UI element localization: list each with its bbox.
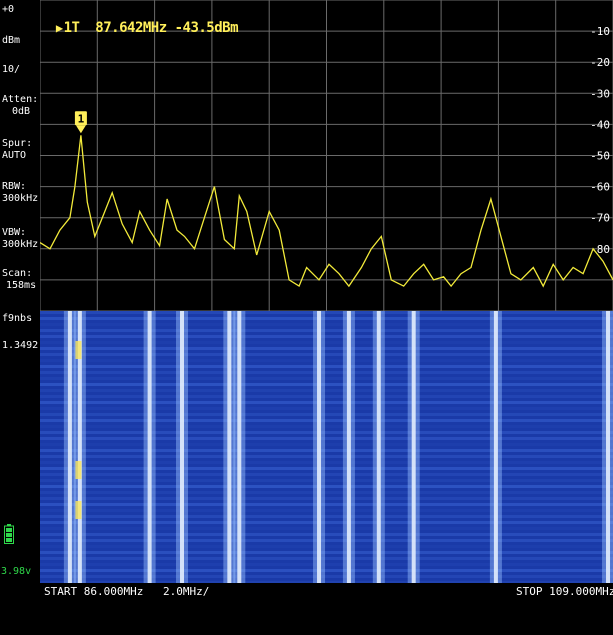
spur-value[interactable]: AUTO (2, 150, 26, 161)
waterfall-row (40, 371, 613, 374)
waterfall-row (40, 449, 613, 452)
waterfall-row (40, 335, 613, 338)
y-tick-label: -30 (590, 87, 610, 100)
y-tick-label: -60 (590, 181, 610, 194)
y-tick-label: -10 (590, 25, 610, 38)
marker-1[interactable]: 1 (74, 111, 87, 134)
waterfall-signal (606, 311, 611, 583)
stop-frequency[interactable]: STOP 109.000MHz (516, 585, 613, 598)
marker-readout: ▶1T 87.642MHz -43.5dBm (40, 4, 239, 36)
battery-icon (4, 524, 14, 544)
waterfall-signal (346, 311, 351, 583)
waterfall-background (40, 311, 613, 583)
mode-value: 1.3492 (2, 340, 39, 351)
waterfall-row (40, 467, 613, 470)
waterfall-row (40, 569, 613, 572)
marker-readout-text: 1T 87.642MHz -43.5dBm (63, 20, 239, 36)
waterfall-signal (147, 311, 152, 583)
waterfall-row (40, 311, 613, 314)
waterfall-row (40, 509, 613, 512)
marker-flag-label: 1 (78, 112, 85, 125)
waterfall-signal (493, 311, 498, 583)
waterfall-signal (180, 311, 185, 583)
rbw-label: RBW: (2, 181, 27, 192)
waterfall-row (40, 563, 613, 566)
waterfall-row (40, 485, 613, 488)
waterfall-row (40, 443, 613, 446)
waterfall-row (40, 455, 613, 458)
waterfall-row (40, 401, 613, 404)
y-tick-labels: -10-20-30-40-50-60-70-80 (590, 25, 610, 256)
waterfall-row (40, 551, 613, 554)
y-tick-label: -50 (590, 150, 610, 163)
waterfall-row (40, 365, 613, 368)
marker-readout-arrow: ▶ (55, 21, 63, 35)
waterfall-row (40, 437, 613, 440)
status-bar: START 86.000MHz 2.0MHz/ STOP 109.000MHz (0, 583, 613, 600)
waterfall-row (40, 521, 613, 524)
waterfall-row (40, 533, 613, 536)
waterfall-signal (376, 311, 381, 583)
start-frequency[interactable]: START 86.000MHz (44, 585, 143, 598)
waterfall-row (40, 461, 613, 464)
waterfall-signal (227, 311, 232, 583)
waterfall-row (40, 515, 613, 518)
waterfall-signal (237, 311, 242, 583)
waterfall-row (40, 323, 613, 326)
waterfall-row (40, 383, 613, 386)
frequency-per-div: 2.0MHz/ (163, 585, 210, 598)
waterfall-row (40, 395, 613, 398)
vbw-label: VBW: (2, 227, 27, 238)
waterfall-row (40, 407, 613, 410)
waterfall-row (40, 545, 613, 548)
y-tick-label: -20 (590, 56, 610, 69)
battery-voltage: 3.98v (1, 566, 32, 577)
waterfall-signal (67, 311, 72, 583)
y-tick-label: -70 (590, 212, 610, 225)
waterfall-row (40, 377, 613, 380)
waterfall-row (40, 539, 613, 542)
waterfall-row (40, 353, 613, 356)
scan-value[interactable]: 158ms (6, 280, 36, 291)
waterfall-signal (411, 311, 416, 583)
waterfall-hotspot (75, 461, 82, 479)
spur-label: Spur: (2, 138, 33, 149)
mode-label: f9nbs (2, 313, 33, 324)
atten-label: Atten: (2, 94, 39, 105)
waterfall-row (40, 503, 613, 506)
scale-per-div[interactable]: 10/ (2, 64, 20, 75)
ref-unit: dBm (2, 35, 21, 46)
waterfall-row (40, 317, 613, 320)
waterfall-display (40, 311, 613, 583)
waterfall-hotspot (75, 341, 82, 359)
waterfall-row (40, 413, 613, 416)
waterfall-row (40, 575, 613, 578)
waterfall-row (40, 329, 613, 332)
rbw-value[interactable]: 300kHz (2, 193, 38, 204)
scan-label: Scan: (2, 268, 33, 279)
waterfall-row (40, 341, 613, 344)
waterfall-row (40, 359, 613, 362)
waterfall-row (40, 479, 613, 482)
grid (40, 0, 613, 311)
waterfall-signal (317, 311, 322, 583)
ref-level[interactable]: +0 (2, 4, 14, 15)
vbw-value[interactable]: 300kHz (2, 239, 38, 250)
waterfall-row (40, 497, 613, 500)
waterfall-row (40, 389, 613, 392)
waterfall-row (40, 527, 613, 530)
marker-pointer (75, 125, 86, 134)
waterfall-hotspot (75, 501, 82, 519)
spectrum-plot[interactable]: -10-20-30-40-50-60-70-80 1 (40, 0, 613, 311)
waterfall-row (40, 419, 613, 422)
waterfall-row (40, 473, 613, 476)
y-tick-label: -40 (590, 118, 610, 131)
waterfall-row (40, 491, 613, 494)
waterfall-row (40, 425, 613, 428)
waterfall-row (40, 557, 613, 560)
atten-value[interactable]: 0dB (12, 106, 30, 117)
waterfall-row (40, 431, 613, 434)
settings-panel: +0 dBm 10/ Atten: 0dB Spur: AUTO RBW: 30… (0, 0, 40, 600)
waterfall-row (40, 347, 613, 350)
